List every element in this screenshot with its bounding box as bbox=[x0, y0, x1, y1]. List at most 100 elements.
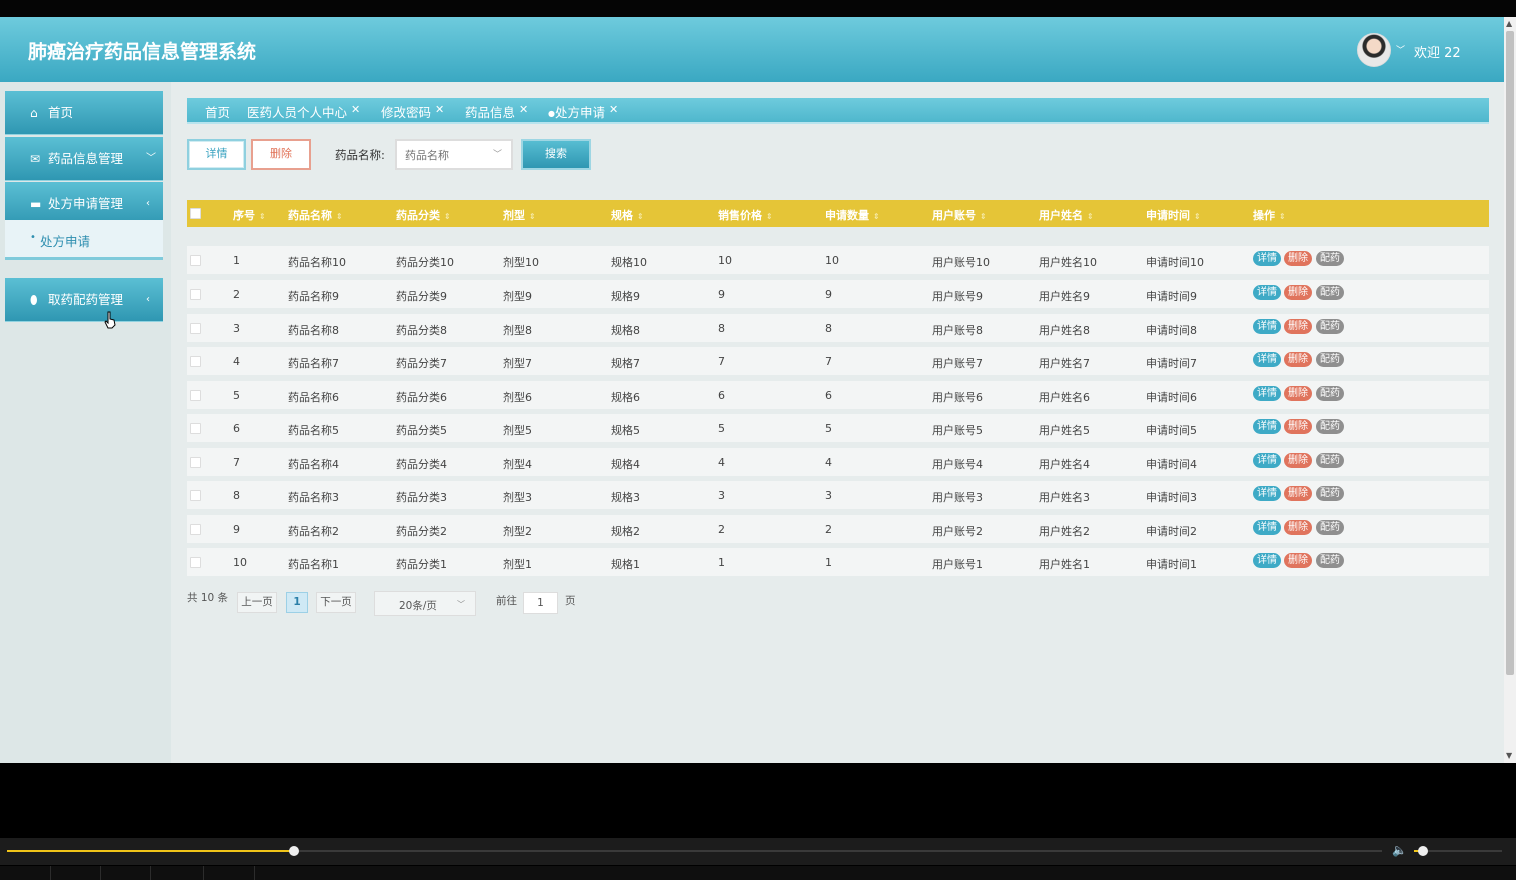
dispense-action-button[interactable]: 配药 bbox=[1316, 319, 1344, 334]
drug-name-select[interactable]: ﹀ bbox=[395, 139, 513, 170]
close-icon[interactable]: ✕ bbox=[609, 103, 618, 116]
dispense-action-button[interactable]: 配药 bbox=[1316, 520, 1344, 535]
detail-button[interactable]: 详情 bbox=[187, 139, 246, 170]
dispense-action-button[interactable]: 配药 bbox=[1316, 486, 1344, 501]
delete-action-button[interactable]: 删除 bbox=[1284, 285, 1312, 300]
table-row[interactable]: 7 药品名称4 药品分类4 剂型4 规格4 4 4 用户账号4 用户姓名4 申请时间4 详情 删除 配药 bbox=[187, 448, 1489, 479]
detail-action-button[interactable]: 详情 bbox=[1253, 251, 1281, 266]
sort-icon[interactable]: ⇕ bbox=[1279, 212, 1286, 221]
sort-icon[interactable]: ⇕ bbox=[766, 212, 773, 221]
search-button[interactable]: 搜索 bbox=[521, 139, 591, 170]
row-checkbox[interactable] bbox=[190, 457, 201, 468]
header-col-quantity[interactable]: 申请数量 ⇕ bbox=[825, 207, 880, 223]
detail-action-button[interactable]: 详情 bbox=[1253, 486, 1281, 501]
prev-page-button[interactable]: 上一页 bbox=[237, 592, 277, 613]
delete-action-button[interactable]: 删除 bbox=[1284, 486, 1312, 501]
dispense-action-button[interactable]: 配药 bbox=[1316, 419, 1344, 434]
table-row[interactable]: 4 药品名称7 药品分类7 剂型7 规格7 7 7 用户账号7 用户姓名7 申请时间7 详情 删除 配药 bbox=[187, 347, 1489, 378]
header-col-drug-name[interactable]: 药品名称 ⇕ bbox=[288, 207, 343, 223]
detail-action-button[interactable]: 详情 bbox=[1253, 520, 1281, 535]
delete-action-button[interactable]: 删除 bbox=[1284, 386, 1312, 401]
sort-icon[interactable]: ⇕ bbox=[1194, 212, 1201, 221]
next-page-button[interactable]: 下一页 bbox=[316, 592, 356, 613]
tab-change-password[interactable]: 修改密码 ✕ bbox=[381, 102, 444, 121]
row-checkbox[interactable] bbox=[190, 323, 201, 334]
current-page[interactable]: 1 bbox=[286, 592, 308, 613]
header-col-drug-category[interactable]: 药品分类 ⇕ bbox=[396, 207, 451, 223]
tab-prescription-apply[interactable]: ●处方申请 ✕ bbox=[548, 102, 618, 121]
goto-page-input[interactable]: 1 bbox=[523, 592, 558, 614]
sidebar-item-dispense[interactable]: ⬮ 取药配药管理 ‹ bbox=[5, 278, 163, 322]
delete-action-button[interactable]: 删除 bbox=[1284, 251, 1312, 266]
header-col-dosage-form[interactable]: 剂型 ⇕ bbox=[503, 207, 536, 223]
sort-icon[interactable]: ⇕ bbox=[336, 212, 343, 221]
header-col-username[interactable]: 用户姓名 ⇕ bbox=[1039, 207, 1094, 223]
header-col-actions[interactable]: 操作 ⇕ bbox=[1253, 207, 1286, 223]
row-checkbox[interactable] bbox=[190, 255, 201, 266]
table-row[interactable]: 6 药品名称5 药品分类5 剂型5 规格5 5 5 用户账号5 用户姓名5 申请时间5 详情 删除 配药 bbox=[187, 414, 1489, 445]
search-input[interactable] bbox=[405, 147, 485, 163]
table-row[interactable]: 9 药品名称2 药品分类2 剂型2 规格2 2 2 用户账号2 用户姓名2 申请时间2 详情 删除 配药 bbox=[187, 515, 1489, 546]
table-row[interactable]: 1 药品名称10 药品分类10 剂型10 规格10 10 10 用户账号10 用户姓名10 申请时… bbox=[187, 246, 1489, 277]
scroll-down-icon[interactable]: ▼ bbox=[1506, 751, 1512, 760]
row-checkbox[interactable] bbox=[190, 557, 201, 568]
sidebar-item-home[interactable]: ⌂ 首页 bbox=[5, 91, 163, 135]
tab-personal-center[interactable]: 医药人员个人中心 ✕ bbox=[247, 102, 360, 121]
detail-action-button[interactable]: 详情 bbox=[1253, 386, 1281, 401]
select-all-checkbox[interactable] bbox=[190, 208, 201, 219]
detail-action-button[interactable]: 详情 bbox=[1253, 319, 1281, 334]
delete-button[interactable]: 删除 bbox=[251, 139, 311, 170]
header-col-apply-time[interactable]: 申请时间 ⇕ bbox=[1146, 207, 1201, 223]
dispense-action-button[interactable]: 配药 bbox=[1316, 251, 1344, 266]
scroll-up-icon[interactable]: ▲ bbox=[1506, 19, 1512, 28]
dispense-action-button[interactable]: 配药 bbox=[1316, 553, 1344, 568]
close-icon[interactable]: ✕ bbox=[519, 103, 528, 116]
table-row[interactable]: 5 药品名称6 药品分类6 剂型6 规格6 6 6 用户账号6 用户姓名6 申请时间6 详情 删除 配药 bbox=[187, 381, 1489, 412]
delete-action-button[interactable]: 删除 bbox=[1284, 520, 1312, 535]
header-col-spec[interactable]: 规格 ⇕ bbox=[611, 207, 644, 223]
detail-action-button[interactable]: 详情 bbox=[1253, 285, 1281, 300]
row-checkbox[interactable] bbox=[190, 289, 201, 300]
row-checkbox[interactable] bbox=[190, 490, 201, 501]
close-icon[interactable]: ✕ bbox=[351, 103, 360, 116]
detail-action-button[interactable]: 详情 bbox=[1253, 453, 1281, 468]
detail-action-button[interactable]: 详情 bbox=[1253, 419, 1281, 434]
dispense-action-button[interactable]: 配药 bbox=[1316, 352, 1344, 367]
header-col-account[interactable]: 用户账号 ⇕ bbox=[932, 207, 987, 223]
header-col-seq[interactable]: 序号 ⇕ bbox=[233, 207, 266, 223]
tab-home[interactable]: 首页 bbox=[205, 102, 230, 121]
volume-icon[interactable]: 🔈 bbox=[1392, 843, 1407, 857]
row-checkbox[interactable] bbox=[190, 524, 201, 535]
dispense-action-button[interactable]: 配药 bbox=[1316, 285, 1344, 300]
vertical-scrollbar[interactable]: ▲ ▼ bbox=[1504, 17, 1516, 763]
table-row[interactable]: 3 药品名称8 药品分类8 剂型8 规格8 8 8 用户账号8 用户姓名8 申请时间8 详情 删除 配药 bbox=[187, 314, 1489, 345]
row-checkbox[interactable] bbox=[190, 356, 201, 367]
detail-action-button[interactable]: 详情 bbox=[1253, 553, 1281, 568]
delete-action-button[interactable]: 删除 bbox=[1284, 453, 1312, 468]
sort-icon[interactable]: ⇕ bbox=[873, 212, 880, 221]
volume-handle[interactable] bbox=[1418, 846, 1428, 856]
table-row[interactable]: 2 药品名称9 药品分类9 剂型9 规格9 9 9 用户账号9 用户姓名9 申请时间9 详情 删除 配药 bbox=[187, 280, 1489, 311]
sidebar-subitem-prescription-apply[interactable]: • 处方申请 bbox=[5, 220, 163, 260]
sort-icon[interactable]: ⇕ bbox=[1087, 212, 1094, 221]
header-col-price[interactable]: 销售价格 ⇕ bbox=[718, 207, 773, 223]
chevron-down-icon[interactable]: ﹀ bbox=[1396, 43, 1405, 56]
table-row[interactable]: 10 药品名称1 药品分类1 剂型1 规格1 1 1 用户账号1 用户姓名1 申请时间1 详情 删除配… bbox=[187, 548, 1489, 579]
row-checkbox[interactable] bbox=[190, 390, 201, 401]
tab-drug-info[interactable]: 药品信息 ✕ bbox=[465, 102, 528, 121]
sort-icon[interactable]: ⇕ bbox=[529, 212, 536, 221]
delete-action-button[interactable]: 删除 bbox=[1284, 553, 1312, 568]
dispense-action-button[interactable]: 配药 bbox=[1316, 386, 1344, 401]
sort-icon[interactable]: ⇕ bbox=[444, 212, 451, 221]
page-size-select[interactable]: 20条/页 ﹀ bbox=[374, 591, 476, 616]
row-checkbox[interactable] bbox=[190, 423, 201, 434]
sidebar-item-drug-info[interactable]: ✉ 药品信息管理 ﹀ bbox=[5, 137, 163, 181]
delete-action-button[interactable]: 删除 bbox=[1284, 319, 1312, 334]
sort-icon[interactable]: ⇕ bbox=[980, 212, 987, 221]
dispense-action-button[interactable]: 配药 bbox=[1316, 453, 1344, 468]
delete-action-button[interactable]: 删除 bbox=[1284, 352, 1312, 367]
avatar[interactable] bbox=[1357, 33, 1391, 67]
detail-action-button[interactable]: 详情 bbox=[1253, 352, 1281, 367]
table-row[interactable]: 8 药品名称3 药品分类3 剂型3 规格3 3 3 用户账号3 用户姓名3 申请时间3 详情 删除 配药 bbox=[187, 481, 1489, 512]
scrollbar-thumb[interactable] bbox=[1506, 31, 1514, 675]
